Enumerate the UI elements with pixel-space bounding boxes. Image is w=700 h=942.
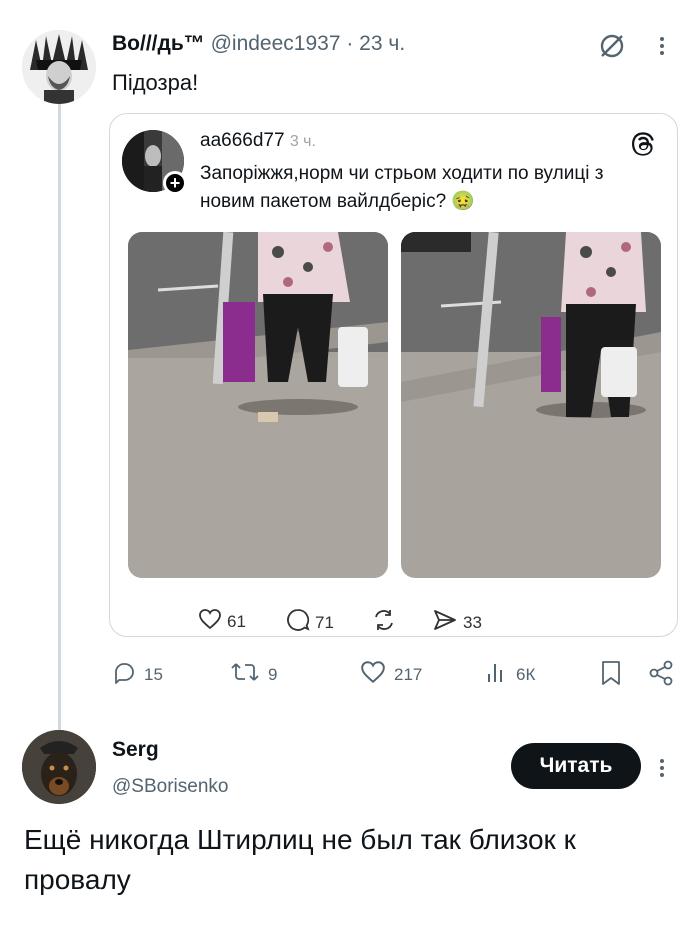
quoted-repost[interactable] (370, 608, 398, 637)
reply-author-handle[interactable]: @SBorisenko (112, 776, 228, 798)
quoted-shares-count: 33 (463, 612, 482, 632)
reply-count: 15 (144, 664, 163, 684)
reply-action[interactable]: 15 (112, 660, 163, 689)
reply-text: Ещё никогда Штирлиц не был так близок к … (24, 824, 576, 895)
bookmark-icon (600, 660, 622, 691)
like-action[interactable]: 217 (360, 660, 422, 689)
quoted-replies-count: 71 (315, 612, 334, 632)
views-icon (486, 660, 508, 689)
reply-icon (112, 660, 136, 689)
follow-plus-icon[interactable]: + (163, 171, 187, 195)
share-action[interactable] (648, 660, 674, 691)
repost-icon (370, 608, 398, 637)
author-name[interactable]: Во///дь™ (112, 32, 205, 55)
quoted-text: Запоріжжя,норм чи стрьом ходити по вулиц… (200, 163, 604, 212)
quoted-time: 3 ч. (289, 133, 316, 150)
threads-icon (632, 132, 656, 156)
share-icon (648, 660, 674, 691)
author-handle[interactable]: @indeec1937 (211, 32, 341, 55)
photo-1[interactable] (128, 232, 388, 578)
thread-line (58, 102, 61, 730)
comment-icon (286, 608, 310, 637)
reply-author-name[interactable]: Serg (112, 738, 159, 762)
tweet-header: Во///дь™ @indeec1937 · 23 ч. (112, 32, 405, 56)
quoted-likes-count: 61 (227, 611, 246, 631)
heart-icon (198, 608, 222, 635)
views-action[interactable]: 6К (486, 660, 535, 689)
photo-2[interactable] (401, 232, 661, 578)
tweet-text: Підозра! (112, 70, 199, 95)
tweet-time[interactable]: · 23 ч. (346, 32, 405, 55)
repost-action[interactable]: 9 (230, 660, 277, 689)
quoted-header: aa666d77 3 ч. (200, 130, 316, 152)
views-count: 6К (516, 664, 536, 684)
like-count: 217 (394, 664, 423, 684)
more-icon[interactable] (652, 752, 672, 784)
repost-count: 9 (268, 664, 278, 684)
follow-button[interactable]: Читать (511, 743, 641, 789)
more-icon[interactable] (652, 30, 672, 62)
bookmark-action[interactable] (600, 660, 622, 691)
repost-icon (230, 660, 260, 689)
quoted-like[interactable]: 61 (198, 608, 246, 635)
no-entry-icon[interactable] (596, 30, 628, 62)
reply-author-avatar[interactable] (22, 730, 96, 804)
quoted-share[interactable]: 33 (432, 608, 482, 637)
heart-icon (360, 660, 386, 689)
send-icon (432, 608, 458, 637)
quoted-comment[interactable]: 71 (286, 608, 334, 637)
author-avatar[interactable] (22, 30, 96, 104)
quoted-author-name[interactable]: aa666d77 (200, 130, 285, 151)
